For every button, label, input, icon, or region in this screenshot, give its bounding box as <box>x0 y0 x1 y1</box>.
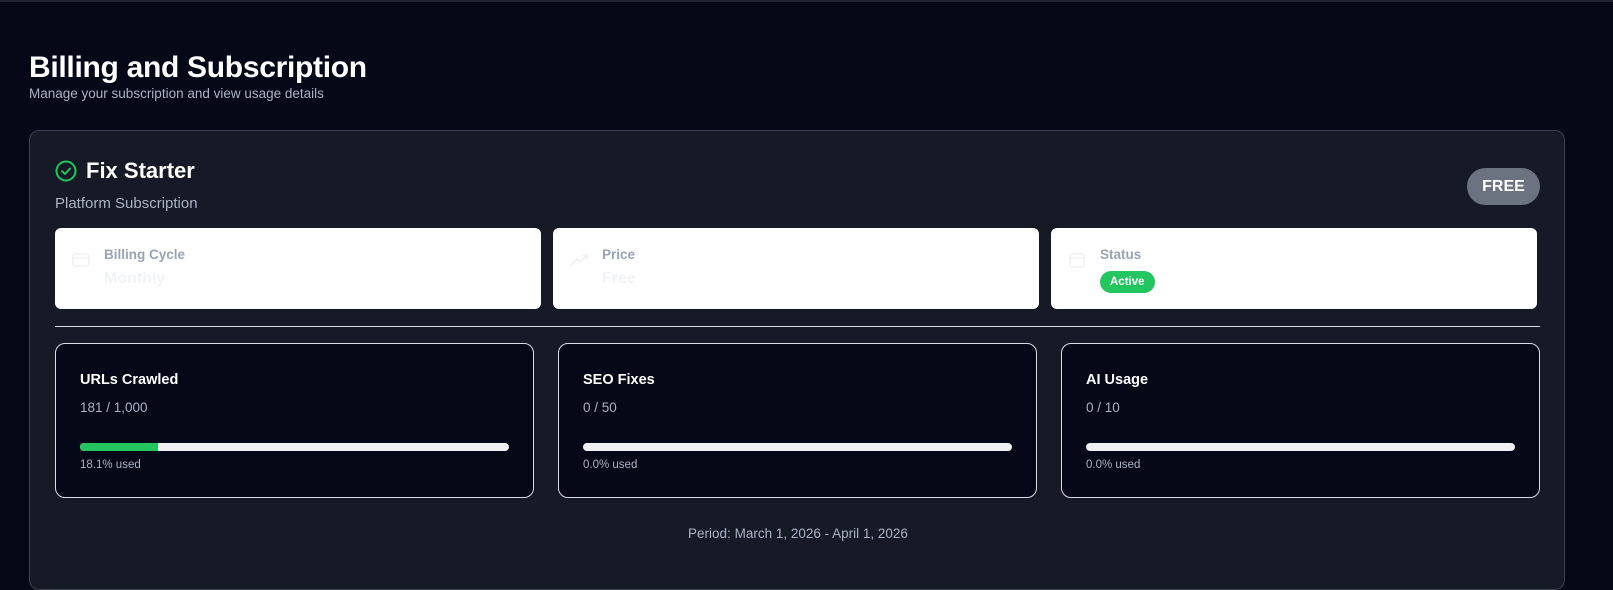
price-box: Price Free <box>553 228 1039 309</box>
usage-title: URLs Crawled <box>80 372 179 388</box>
trending-up-icon <box>569 250 589 270</box>
plan-tier-badge: FREE <box>1467 168 1540 205</box>
usage-percent: 18.1% used <box>80 459 141 471</box>
subscription-card: Fix Starter Platform Subscription FREE B… <box>29 130 1565 590</box>
usage-card-urls-crawled: URLs Crawled 181 / 1,000 18.1% used <box>55 343 534 498</box>
usage-title: SEO Fixes <box>583 372 655 388</box>
plan-name: Fix Starter <box>86 158 195 183</box>
usage-card-ai-usage: AI Usage 0 / 10 0.0% used <box>1061 343 1540 498</box>
billing-cycle-box: Billing Cycle Monthly <box>55 228 541 309</box>
usage-count: 0 / 50 <box>583 400 617 415</box>
calendar-icon <box>1067 250 1087 270</box>
plan-info-row: Billing Cycle Monthly Price Free Status … <box>55 228 1537 309</box>
billing-period: Period: March 1, 2026 - April 1, 2026 <box>688 526 908 541</box>
plan-type: Platform Subscription <box>55 195 198 212</box>
usage-progress-bar <box>583 443 1012 451</box>
plan-heading: Fix Starter <box>55 158 195 184</box>
price-value: Free <box>602 270 636 287</box>
usage-row: URLs Crawled 181 / 1,000 18.1% used SEO … <box>55 343 1540 498</box>
usage-card-seo-fixes: SEO Fixes 0 / 50 0.0% used <box>558 343 1037 498</box>
billing-cycle-value: Monthly <box>104 270 166 287</box>
usage-percent: 0.0% used <box>1086 459 1141 471</box>
status-label: Status <box>1100 247 1142 262</box>
credit-card-icon <box>71 250 91 270</box>
page-header: Billing and Subscription Manage your sub… <box>29 50 367 102</box>
top-border <box>0 0 1613 2</box>
page-title: Billing and Subscription <box>29 51 367 84</box>
section-divider <box>55 326 1540 327</box>
status-box: Status Active <box>1051 228 1537 309</box>
usage-count: 0 / 10 <box>1086 400 1120 415</box>
check-circle-icon <box>55 160 77 182</box>
usage-title: AI Usage <box>1086 372 1149 388</box>
usage-progress-fill <box>80 443 158 451</box>
usage-progress-bar <box>80 443 509 451</box>
billing-cycle-label: Billing Cycle <box>104 247 186 262</box>
page-subtitle: Manage your subscription and view usage … <box>29 86 324 101</box>
price-label: Price <box>602 247 636 262</box>
usage-count: 181 / 1,000 <box>80 400 148 415</box>
usage-percent: 0.0% used <box>583 459 638 471</box>
usage-progress-bar <box>1086 443 1515 451</box>
status-badge: Active <box>1100 271 1155 293</box>
